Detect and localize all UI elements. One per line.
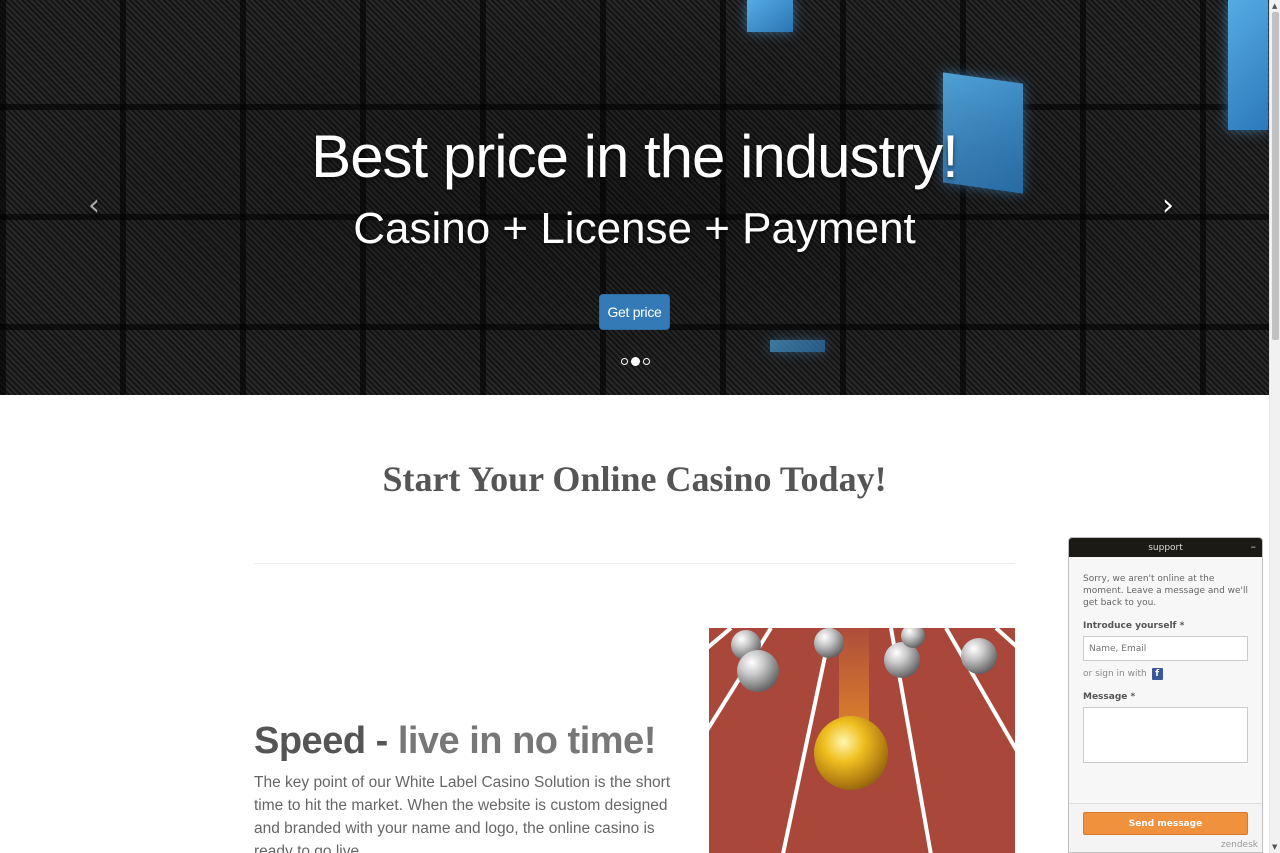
facebook-icon[interactable]: f: [1151, 668, 1163, 680]
message-textarea[interactable]: [1083, 707, 1248, 763]
carousel-indicator[interactable]: [621, 358, 628, 365]
carousel-indicators: [621, 357, 650, 366]
hero-subtitle: Casino + License + Payment: [353, 204, 916, 253]
divider: [254, 563, 1015, 564]
chevron-left-icon[interactable]: ‹: [88, 188, 100, 223]
name-email-input[interactable]: [1083, 636, 1248, 661]
silver-ball: [814, 628, 844, 658]
hero-title: Best price in the industry!: [311, 123, 959, 190]
racing-balls-image: [709, 628, 1015, 853]
hero-carousel: Best price in the industry! Casino + Lic…: [0, 0, 1269, 395]
feature-title-accent: live in no time!: [397, 720, 657, 762]
feature-title-main: Speed -: [254, 720, 398, 762]
scroll-down-icon[interactable]: ▼: [1272, 843, 1277, 851]
silver-ball: [961, 638, 997, 674]
get-price-button[interactable]: Get price: [599, 294, 670, 330]
offline-message: Sorry, we aren't online at the moment. L…: [1083, 574, 1249, 608]
support-chat-widget: support – Sorry, we aren't online at the…: [1068, 537, 1263, 853]
intro-label: Introduce yourself *: [1083, 621, 1185, 631]
signin-text: or sign in with: [1083, 669, 1147, 679]
widget-header[interactable]: support –: [1069, 538, 1262, 557]
hero-overlay: [0, 0, 1269, 395]
widget-title: support: [1148, 542, 1183, 553]
zendesk-brand[interactable]: zendesk: [1221, 840, 1258, 850]
carousel-indicator[interactable]: [643, 358, 650, 365]
feature-description: The key point of our White Label Casino …: [254, 774, 671, 853]
widget-footer: Send message zendesk: [1069, 803, 1262, 852]
signin-row: or sign in with f: [1083, 668, 1248, 680]
section-title: Start Your Online Casino Today!: [382, 459, 887, 499]
send-message-button[interactable]: Send message: [1083, 812, 1248, 835]
silver-ball: [901, 628, 925, 648]
scrollbar-thumb[interactable]: [1272, 12, 1279, 340]
silver-ball: [737, 650, 779, 692]
page-scrollbar[interactable]: ▲ ▼: [1269, 0, 1280, 853]
feature-title: Speed - live in no time!: [254, 720, 656, 763]
message-label: Message *: [1083, 692, 1136, 702]
gold-ball: [814, 716, 888, 790]
minimize-icon[interactable]: –: [1251, 540, 1257, 553]
scroll-up-icon[interactable]: ▲: [1272, 2, 1277, 10]
widget-body: Sorry, we aren't online at the moment. L…: [1069, 557, 1262, 767]
chevron-right-icon[interactable]: ›: [1162, 188, 1174, 223]
carousel-indicator-active[interactable]: [631, 357, 640, 366]
